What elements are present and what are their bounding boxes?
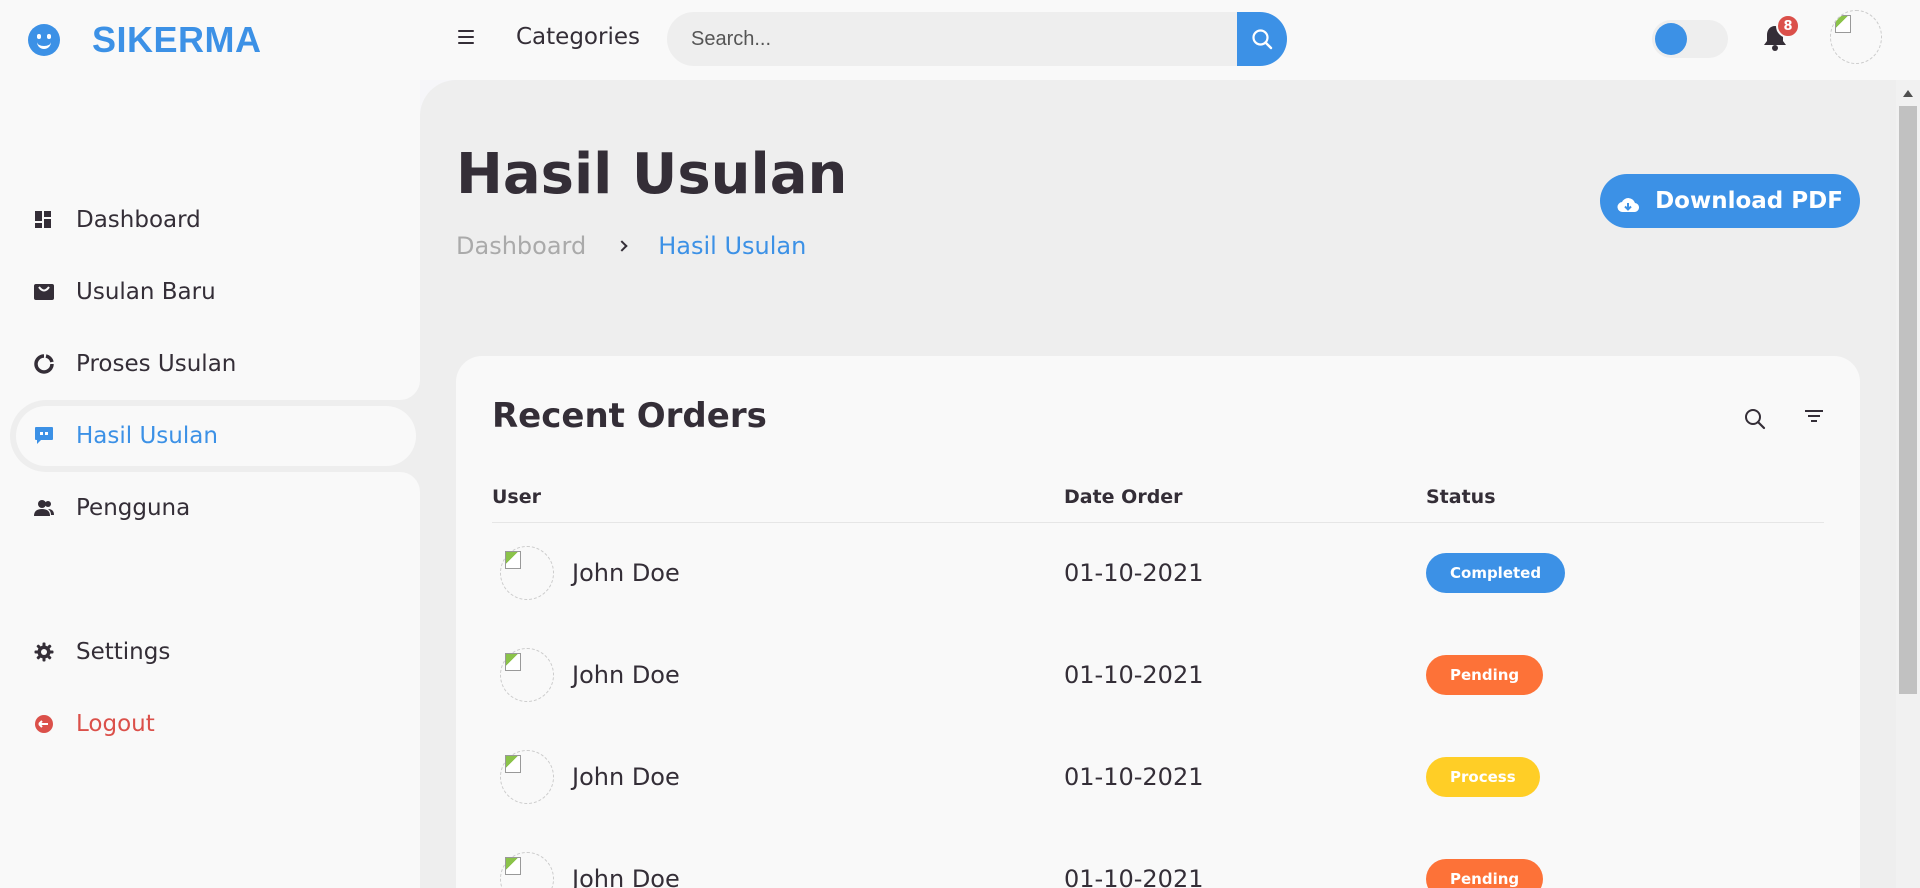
scrollbar-thumb[interactable] bbox=[1899, 106, 1917, 694]
card-header: Recent Orders bbox=[492, 392, 1824, 452]
sidebar-item-label: Logout bbox=[76, 711, 155, 737]
main-content: Hasil Usulan Dashboard Hasil Usulan Down… bbox=[420, 80, 1896, 888]
table-row[interactable]: John Doe 01-10-2021 Pending bbox=[492, 624, 1824, 726]
cloud-download-icon bbox=[1617, 193, 1640, 213]
search-button[interactable] bbox=[1237, 12, 1287, 66]
table-header-row: User Date Order Status bbox=[492, 472, 1824, 523]
sidebar-item-logout[interactable]: Logout bbox=[10, 688, 420, 760]
sidebar-item-label: Dashboard bbox=[76, 207, 201, 233]
broken-image-icon bbox=[505, 755, 521, 773]
avatar bbox=[500, 852, 554, 888]
sidebar-item-label: Pengguna bbox=[76, 495, 191, 521]
avatar bbox=[500, 750, 554, 804]
gear-icon bbox=[34, 642, 54, 662]
chevron-right-icon bbox=[616, 240, 628, 252]
sidebar-item-dashboard[interactable]: Dashboard bbox=[10, 184, 420, 256]
vertical-scrollbar[interactable] bbox=[1896, 80, 1920, 888]
sidebar-item-usulan-baru[interactable]: Usulan Baru bbox=[10, 256, 420, 328]
search-form bbox=[667, 12, 1287, 66]
smile-icon bbox=[28, 24, 60, 56]
group-icon bbox=[34, 498, 54, 518]
user-cell: John Doe bbox=[492, 852, 1064, 888]
user-cell: John Doe bbox=[492, 648, 1064, 702]
order-date: 01-10-2021 bbox=[1064, 559, 1204, 588]
user-cell: John Doe bbox=[492, 750, 1064, 804]
user-name: John Doe bbox=[572, 865, 680, 888]
scroll-up-arrow-icon[interactable] bbox=[1903, 90, 1913, 97]
shopping-bag-icon bbox=[34, 282, 54, 302]
status-badge: Pending bbox=[1426, 655, 1544, 695]
sidebar-item-label: Usulan Baru bbox=[76, 279, 216, 305]
sidebar-item-label: Settings bbox=[76, 639, 171, 665]
active-pill: Hasil Usulan bbox=[16, 406, 416, 466]
download-pdf-button[interactable]: Download PDF bbox=[1600, 174, 1860, 228]
sidebar: SIKERMA Dashboard Usulan Baru Proses Usu… bbox=[0, 0, 420, 888]
sidebar-item-label: Proses Usulan bbox=[76, 351, 237, 377]
filter-icon[interactable] bbox=[1804, 410, 1824, 426]
search-input[interactable] bbox=[667, 12, 1237, 66]
categories-link[interactable]: Categories bbox=[516, 24, 640, 50]
breadcrumb: Dashboard Hasil Usulan bbox=[456, 232, 806, 260]
sidebar-item-proses-usulan[interactable]: Proses Usulan bbox=[10, 328, 420, 400]
table-row[interactable]: John Doe 01-10-2021 Completed bbox=[492, 522, 1824, 624]
avatar bbox=[500, 546, 554, 601]
broken-image-icon bbox=[1835, 15, 1851, 33]
doughnut-chart-icon bbox=[34, 354, 54, 374]
avatar bbox=[500, 648, 554, 702]
user-cell: John Doe bbox=[492, 546, 1064, 601]
message-dots-icon bbox=[34, 426, 54, 446]
dark-mode-switch[interactable] bbox=[1652, 20, 1728, 58]
top-navbar: Categories 8 bbox=[420, 0, 1920, 80]
orders-table: User Date Order Status John Doe 01-10-20… bbox=[492, 472, 1824, 888]
switch-knob bbox=[1655, 23, 1687, 55]
page-title: Hasil Usulan bbox=[456, 142, 848, 207]
breadcrumb-home[interactable]: Dashboard bbox=[456, 232, 586, 260]
sidebar-item-label: Hasil Usulan bbox=[76, 423, 218, 449]
breadcrumb-current[interactable]: Hasil Usulan bbox=[658, 232, 806, 260]
table-row[interactable]: John Doe 01-10-2021 Process bbox=[492, 726, 1824, 828]
logout-icon bbox=[34, 714, 54, 734]
search-icon[interactable] bbox=[1744, 408, 1766, 430]
status-badge: Completed bbox=[1426, 553, 1566, 594]
column-header-status: Status bbox=[1426, 472, 1824, 523]
sidebar-item-hasil-usulan[interactable]: Hasil Usulan bbox=[10, 400, 420, 472]
side-menu-bottom: Settings Logout bbox=[0, 616, 420, 760]
search-icon bbox=[1252, 29, 1273, 50]
brand-name: SIKERMA bbox=[92, 19, 262, 60]
user-name: John Doe bbox=[572, 661, 680, 689]
side-menu: Dashboard Usulan Baru Proses Usulan Hasi… bbox=[0, 184, 420, 544]
broken-image-icon bbox=[505, 653, 521, 671]
dashboard-icon bbox=[34, 210, 54, 230]
download-pdf-label: Download PDF bbox=[1655, 188, 1843, 214]
table-row[interactable]: John Doe 01-10-2021 Pending bbox=[492, 828, 1824, 888]
user-name: John Doe bbox=[572, 559, 680, 588]
column-header-date: Date Order bbox=[1064, 472, 1426, 523]
sidebar-item-settings[interactable]: Settings bbox=[10, 616, 420, 688]
profile-avatar[interactable] bbox=[1830, 10, 1882, 64]
order-date: 01-10-2021 bbox=[1064, 865, 1204, 888]
brand-link[interactable]: SIKERMA bbox=[28, 19, 262, 60]
status-badge: Pending bbox=[1426, 859, 1544, 888]
recent-orders-card: Recent Orders User Date Order Status Joh… bbox=[456, 356, 1860, 888]
user-name: John Doe bbox=[572, 763, 680, 791]
notification-badge: 8 bbox=[1776, 14, 1800, 38]
broken-image-icon bbox=[505, 551, 521, 570]
card-title: Recent Orders bbox=[492, 396, 767, 436]
notification-button[interactable]: 8 bbox=[1762, 14, 1800, 56]
order-date: 01-10-2021 bbox=[1064, 763, 1204, 791]
hamburger-icon[interactable] bbox=[458, 30, 474, 44]
status-badge: Process bbox=[1426, 757, 1540, 797]
sidebar-item-pengguna[interactable]: Pengguna bbox=[10, 472, 420, 544]
broken-image-icon bbox=[505, 857, 521, 875]
column-header-user: User bbox=[492, 472, 1064, 523]
order-date: 01-10-2021 bbox=[1064, 661, 1204, 689]
